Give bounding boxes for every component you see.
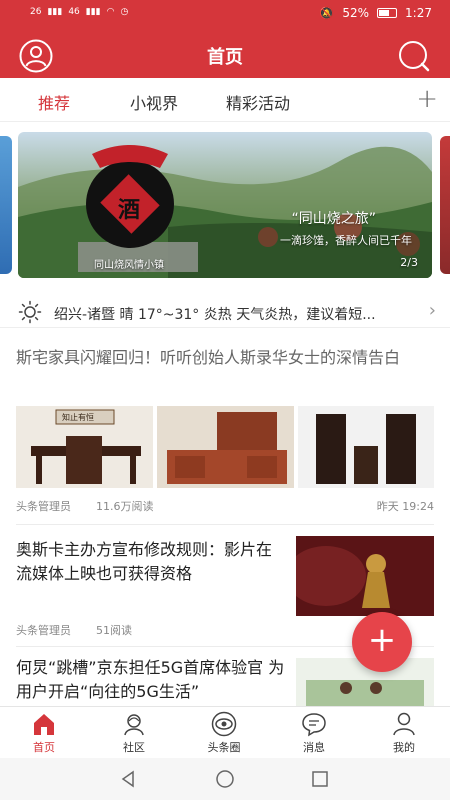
nav-profile[interactable]: 我的 bbox=[364, 711, 444, 755]
banner-carousel[interactable]: 酒 “同山烧之旅” 一滴珍馐，香醉人间已千年 同山烧风情小镇 2/3 bbox=[0, 132, 450, 278]
mute-icon: 🔕 bbox=[319, 6, 335, 20]
plaque-text: 知止有恒 bbox=[62, 413, 94, 422]
create-post-button[interactable]: + bbox=[352, 612, 412, 672]
tab-activities[interactable]: 精彩活动 bbox=[226, 90, 290, 114]
sun-icon bbox=[18, 300, 42, 324]
clock: 1:27 bbox=[405, 6, 432, 20]
weather-bar[interactable]: 绍兴-诸暨 晴 17°~31° 炎热 天气炎热，建议着短... › bbox=[0, 296, 450, 328]
weather-text: 绍兴-诸暨 晴 17°~31° 炎热 天气炎热，建议着短... bbox=[54, 307, 376, 323]
message-icon bbox=[302, 713, 326, 737]
article-title: 斯宅家具闪耀回归！听听创始人斯录华女士的深情告白 bbox=[16, 348, 401, 367]
banner-slide[interactable]: 酒 “同山烧之旅” 一滴珍馐，香醉人间已千年 同山烧风情小镇 2/3 bbox=[18, 132, 432, 278]
recents-icon[interactable] bbox=[310, 769, 330, 789]
nav-messages[interactable]: 消息 bbox=[274, 711, 354, 755]
banner-caption: 同山烧风情小镇 bbox=[94, 260, 164, 271]
wifi-icon: ◠ bbox=[106, 7, 115, 17]
system-nav-bar bbox=[0, 758, 450, 800]
article-title: 何炅“跳槽”京东担任5G首席体验官 为用户开启“向往的5G生活” bbox=[16, 658, 285, 701]
banner-subtitle: 一滴珍馐，香醉人间已千年 bbox=[280, 234, 412, 247]
home-circle-icon[interactable] bbox=[215, 769, 235, 789]
eye-circle-icon bbox=[211, 711, 237, 737]
nav-label: 头条圈 bbox=[207, 741, 241, 754]
article-title: 奥斯卡主办方宣布修改规则：影片在流媒体上映也可获得资格 bbox=[16, 540, 273, 583]
signal-bars-icon: ▮▮▮ bbox=[47, 7, 63, 17]
signal-strength-2: 46 bbox=[68, 7, 80, 17]
divider bbox=[16, 524, 434, 525]
alarm-icon: ◷ bbox=[120, 7, 129, 17]
back-icon[interactable] bbox=[118, 769, 138, 789]
banner-title: “同山烧之旅” bbox=[291, 211, 376, 227]
tab-mini-view[interactable]: 小视界 bbox=[130, 90, 178, 114]
nav-home[interactable]: 首页 bbox=[4, 711, 84, 755]
nav-label: 消息 bbox=[303, 741, 325, 754]
community-icon bbox=[124, 714, 144, 736]
article-thumb-1: 知止有恒 bbox=[16, 406, 153, 488]
page-title: 首页 bbox=[207, 47, 243, 68]
status-bar: 26 ▮▮▮ 46 ▮▮▮ ◠ ◷ 🔕 52% 1:27 bbox=[0, 0, 450, 32]
home-icon bbox=[34, 714, 54, 735]
nav-label: 我的 bbox=[393, 741, 415, 754]
banner-next-slide[interactable] bbox=[440, 136, 450, 274]
signal-strength-1: 26 bbox=[30, 7, 42, 17]
article-source: 头条管理员 bbox=[16, 624, 71, 637]
article-thumb-2 bbox=[157, 406, 294, 488]
signal-bars-icon-2: ▮▮▮ bbox=[85, 7, 101, 17]
search-icon bbox=[399, 41, 430, 72]
bottom-nav: 首页 社区 头条圈 消息 我的 bbox=[0, 706, 450, 758]
article-thumb-3 bbox=[298, 406, 434, 488]
channel-tabs: 推荐 小视界 精彩活动 + bbox=[0, 78, 450, 122]
banner-prev-slide[interactable] bbox=[0, 136, 12, 274]
nav-community[interactable]: 社区 bbox=[94, 711, 174, 755]
battery-percent: 52% bbox=[342, 6, 370, 20]
nav-label: 社区 bbox=[123, 741, 145, 754]
banner-page-indicator: 2/3 bbox=[400, 256, 418, 269]
article-card[interactable]: 斯宅家具闪耀回归！听听创始人斯录华女士的深情告白 知止有恒 头条管理员 11.6… bbox=[0, 338, 450, 526]
tab-recommend[interactable]: 推荐 bbox=[38, 90, 70, 114]
search-button[interactable] bbox=[396, 38, 432, 74]
article-read-count: 11.6万阅读 bbox=[96, 500, 154, 513]
article-time: 昨天 19:24 bbox=[376, 500, 434, 513]
article-read-count: 51阅读 bbox=[96, 624, 132, 637]
app-header: 首页 bbox=[0, 32, 450, 78]
nav-label: 首页 bbox=[33, 741, 55, 754]
battery-icon bbox=[377, 8, 398, 18]
add-channel-button[interactable]: + bbox=[416, 84, 438, 114]
nav-toutiao-circle[interactable]: 头条圈 bbox=[184, 711, 264, 755]
jar-label: 酒 bbox=[118, 198, 141, 223]
banner-image bbox=[18, 145, 432, 278]
chevron-right-icon: › bbox=[428, 300, 436, 321]
profile-icon bbox=[393, 712, 415, 736]
article-thumb bbox=[296, 536, 434, 616]
article-source: 头条管理员 bbox=[16, 500, 71, 513]
